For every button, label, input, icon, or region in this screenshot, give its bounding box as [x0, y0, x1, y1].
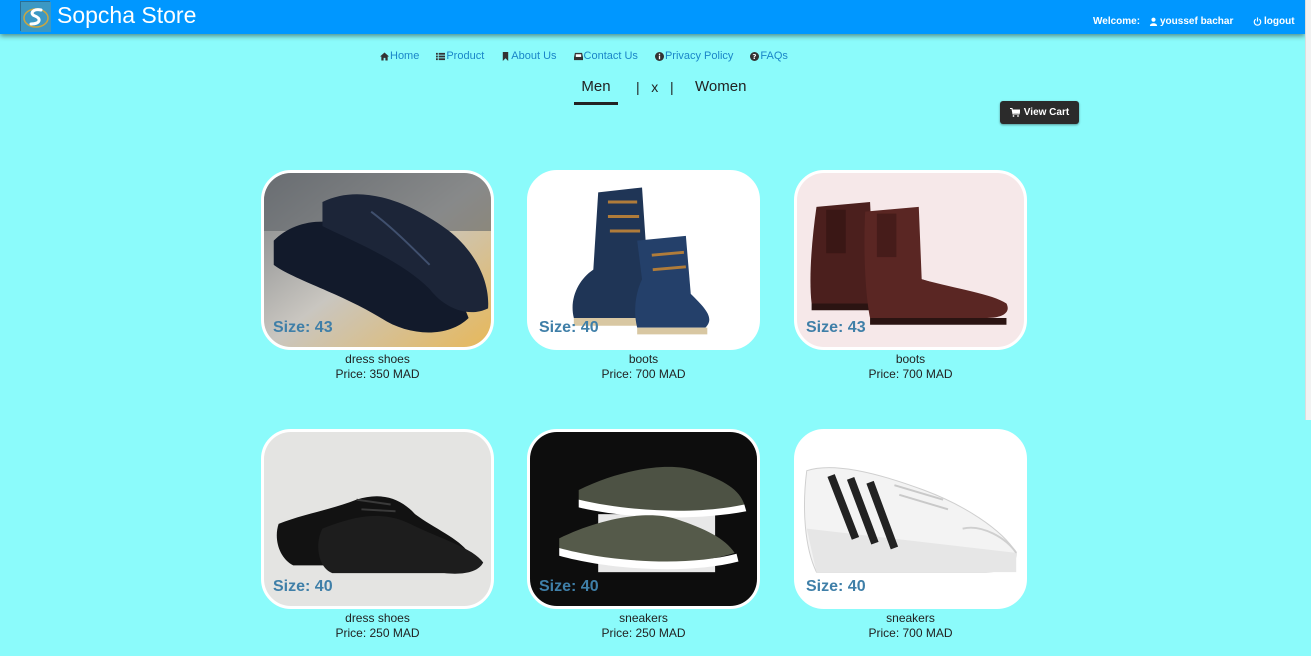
- product-name: sneakers: [619, 611, 668, 625]
- product-image[interactable]: Size: 40: [527, 170, 760, 350]
- nav-contact-us[interactable]: Contact Us: [573, 50, 638, 62]
- cart-icon: [1009, 108, 1020, 117]
- nav-faqs[interactable]: ? FAQs: [750, 50, 788, 62]
- welcome-label: Welcome:: [1093, 16, 1141, 27]
- size-label: Size: 43: [273, 319, 333, 336]
- logout-link[interactable]: logout: [1253, 16, 1295, 27]
- product-price: Price: 700 MAD: [868, 367, 953, 381]
- logout-label: logout: [1264, 16, 1295, 27]
- nav-label: Privacy Policy: [664, 50, 734, 62]
- product-price: Price: 350 MAD: [335, 367, 420, 381]
- power-icon: [1253, 17, 1262, 26]
- nav-label: FAQs: [760, 50, 788, 62]
- product-card[interactable]: Size: 43 boots Price: 700 MAD: [794, 170, 1027, 382]
- product-price: Price: 700 MAD: [868, 626, 953, 640]
- view-cart-label: View Cart: [1023, 107, 1070, 118]
- product-price: Price: 700 MAD: [601, 367, 686, 381]
- product-card[interactable]: Size: 40 dress shoes Price: 250 MAD: [261, 429, 494, 641]
- inbox-icon: [573, 52, 583, 60]
- page-scrollbar[interactable]: [1305, 0, 1311, 420]
- product-price: Price: 250 MAD: [601, 626, 686, 640]
- svg-text:?: ?: [753, 52, 757, 61]
- nav-about-us[interactable]: About Us: [501, 50, 557, 62]
- info-icon: [654, 51, 664, 61]
- product-image[interactable]: Size: 43: [794, 170, 1027, 350]
- home-icon: [380, 51, 389, 61]
- main-nav: Home Product About Us Contact Us Privacy…: [380, 50, 805, 62]
- product-name: boots: [895, 352, 926, 366]
- product-price: Price: 250 MAD: [335, 626, 420, 640]
- user-link[interactable]: youssef bachar: [1149, 16, 1233, 27]
- nav-home[interactable]: Home: [380, 50, 419, 62]
- product-image[interactable]: Size: 43: [261, 170, 494, 350]
- product-card[interactable]: Size: 40 sneakers Price: 250 MAD: [527, 429, 760, 641]
- size-label: Size: 40: [539, 319, 599, 336]
- top-navbar: Sopcha Store Welcome: youssef bachar log…: [0, 0, 1305, 34]
- view-cart-button[interactable]: View Cart: [1000, 101, 1079, 124]
- size-label: Size: 43: [806, 319, 866, 336]
- nav-privacy-policy[interactable]: Privacy Policy: [654, 50, 734, 62]
- nav-label: About Us: [511, 50, 557, 62]
- product-image[interactable]: Size: 40: [527, 429, 760, 609]
- bookmark-icon: [503, 51, 509, 61]
- size-label: Size: 40: [273, 578, 333, 595]
- user-name: youssef bachar: [1160, 16, 1234, 27]
- product-card[interactable]: Size: 43 dress shoes Price: 350 MAD: [261, 170, 494, 382]
- product-card[interactable]: Size: 40 boots Price: 700 MAD: [527, 170, 760, 382]
- tab-men[interactable]: Men: [574, 78, 618, 105]
- product-name: dress shoes: [345, 352, 410, 366]
- product-name: boots: [628, 352, 659, 366]
- product-image[interactable]: Size: 40: [261, 429, 494, 609]
- product-name: sneakers: [886, 611, 935, 625]
- size-label: Size: 40: [806, 578, 866, 595]
- user-icon: [1149, 17, 1158, 26]
- brand-title[interactable]: Sopcha Store: [57, 1, 196, 29]
- store-logo[interactable]: [20, 1, 51, 32]
- size-label: Size: 40: [539, 578, 599, 595]
- nav-label: Home: [390, 50, 420, 62]
- product-card[interactable]: Size: 40 sneakers Price: 700 MAD: [794, 429, 1027, 641]
- tab-separator: | x |: [636, 79, 674, 95]
- nav-product[interactable]: Product: [436, 50, 484, 62]
- tab-women[interactable]: Women: [695, 78, 746, 95]
- nav-label: Contact Us: [583, 50, 638, 62]
- product-name: dress shoes: [345, 611, 410, 625]
- question-icon: ?: [750, 51, 760, 61]
- logo-icon: [21, 2, 51, 32]
- list-icon: [436, 52, 446, 60]
- nav-label: Product: [446, 50, 485, 62]
- product-image[interactable]: Size: 40: [794, 429, 1027, 609]
